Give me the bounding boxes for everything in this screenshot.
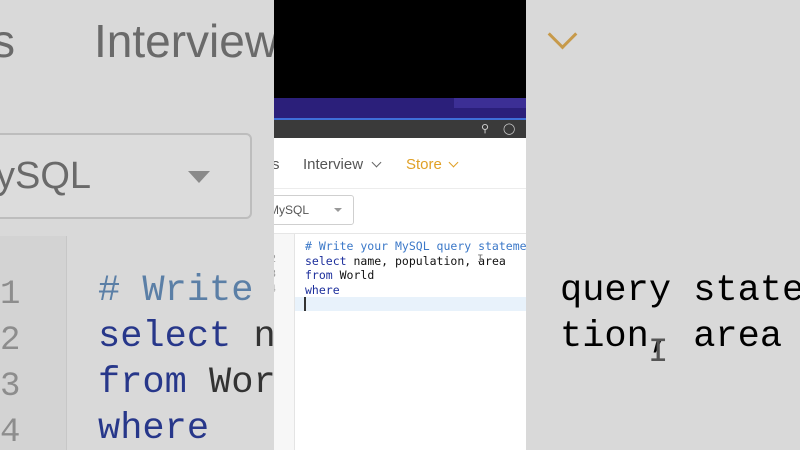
- code-keyword: from: [305, 268, 333, 283]
- line-number: 3: [274, 269, 276, 281]
- background-nav-interview: Interview: [94, 15, 279, 67]
- code-keyword: select: [305, 253, 347, 268]
- background-code-comment: query stateme: [560, 270, 800, 312]
- video-black-area: [274, 0, 526, 98]
- code-line: where: [305, 283, 526, 298]
- background-gutter: 1 2 3 4: [0, 236, 67, 450]
- background-chevron-down-icon: [547, 19, 578, 50]
- background-nav-partial: s: [0, 15, 15, 67]
- background-ibeam-cursor-icon: I: [648, 334, 669, 372]
- background-line-number: 4: [0, 414, 21, 450]
- code-line: # Write your MySQL query stateme: [305, 239, 526, 254]
- tag-icon[interactable]: ◯: [503, 122, 515, 135]
- background-code-text: Wor: [186, 362, 276, 404]
- code-text: World: [332, 268, 375, 283]
- editor-toolbar: MySQL: [274, 189, 526, 234]
- background-code-keyword: where: [98, 408, 210, 450]
- browser-tab-bar: [274, 98, 526, 118]
- line-number-gutter: 2 3 4: [274, 234, 295, 450]
- code-keyword: where: [305, 282, 340, 297]
- background-code: # Write select n from Wor where: [98, 268, 276, 450]
- background-caret-down-icon: [188, 171, 210, 183]
- zoom-icon[interactable]: ⚲: [481, 122, 489, 135]
- language-select[interactable]: MySQL: [274, 195, 354, 225]
- chevron-down-icon[interactable]: [371, 157, 382, 168]
- background-code-comment: # Write: [98, 270, 276, 312]
- active-line-highlight: [295, 297, 526, 311]
- site-navbar: s Interview Store: [274, 138, 526, 189]
- language-select-value: MySQL: [274, 203, 310, 217]
- background-code-keyword: select: [98, 316, 232, 358]
- browser-tab[interactable]: [454, 98, 526, 108]
- background-line-number: 3: [0, 368, 21, 406]
- background-language-select: ySQL: [0, 133, 252, 219]
- line-number: 4: [274, 284, 276, 296]
- background-code-keyword: from: [98, 362, 187, 404]
- caret-down-icon: [334, 208, 342, 212]
- background-code-right: query statemetion, area: [560, 268, 800, 360]
- background-language-label: ySQL: [0, 155, 92, 197]
- background-line-number: 1: [0, 276, 21, 314]
- background-code-text: n: [231, 316, 276, 358]
- chevron-down-icon[interactable]: [448, 157, 459, 168]
- code-line: from World: [305, 268, 526, 283]
- line-number: 2: [274, 254, 276, 266]
- code-editor[interactable]: 2 3 4 # Write your MySQL query statemese…: [274, 234, 526, 450]
- nav-item-store[interactable]: Store: [406, 156, 442, 173]
- main-window: ⚲ ◯ s Interview Store MySQL 2 3 4 # Writ…: [274, 0, 526, 450]
- background-code-text: tion, area: [560, 316, 783, 358]
- code-line: select name, population, area: [305, 254, 526, 269]
- background-line-number: 2: [0, 322, 21, 360]
- nav-item-partial[interactable]: s: [274, 156, 280, 173]
- nav-item-interview[interactable]: Interview: [303, 156, 363, 173]
- ibeam-cursor-icon: I: [477, 254, 484, 266]
- code-content[interactable]: # Write your MySQL query stateme select n…: [305, 239, 526, 297]
- code-comment: # Write your MySQL query stateme: [305, 239, 526, 253]
- text-caret: [304, 297, 306, 311]
- browser-toolbar: ⚲ ◯: [274, 120, 526, 138]
